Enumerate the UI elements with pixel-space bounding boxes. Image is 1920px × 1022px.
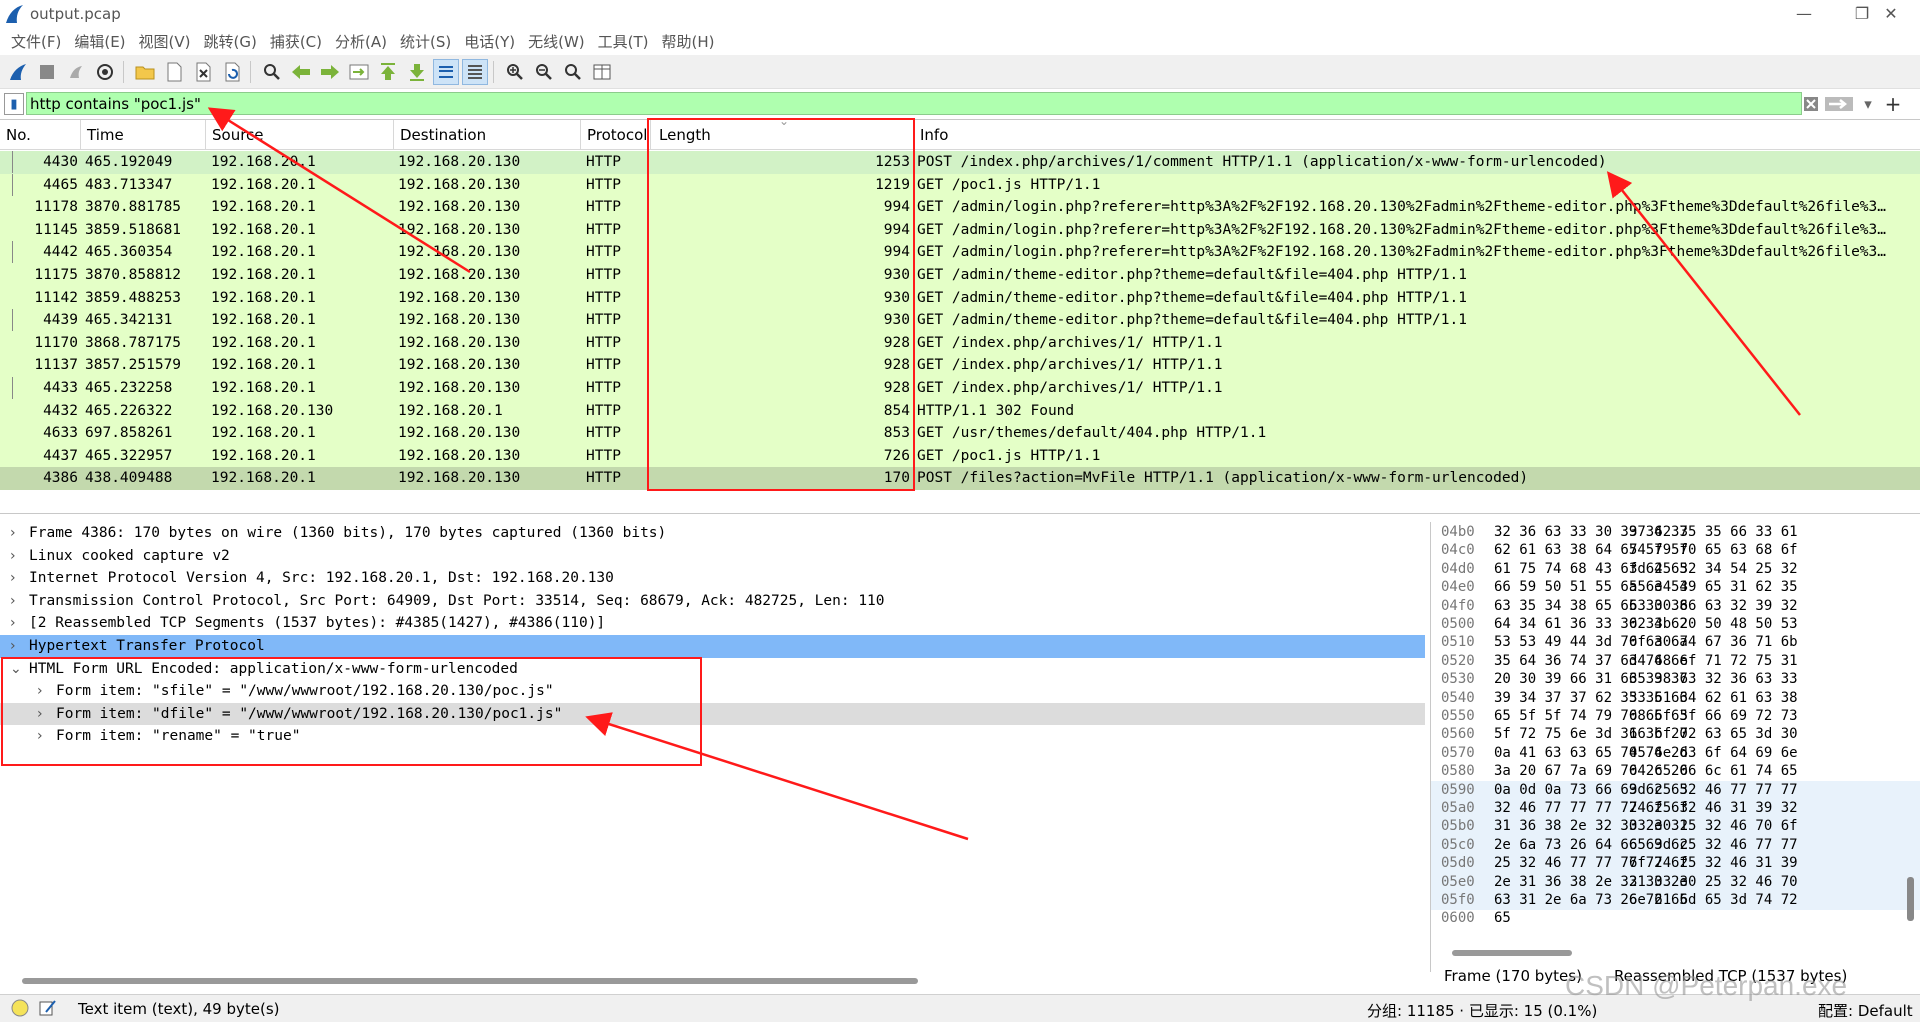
annotation-arrow-dfile — [585, 712, 969, 841]
annotation-arrow-filter — [207, 107, 471, 274]
annotation-arrow-post-comment — [1606, 171, 1801, 416]
annotation-arrows — [207, 107, 1801, 841]
